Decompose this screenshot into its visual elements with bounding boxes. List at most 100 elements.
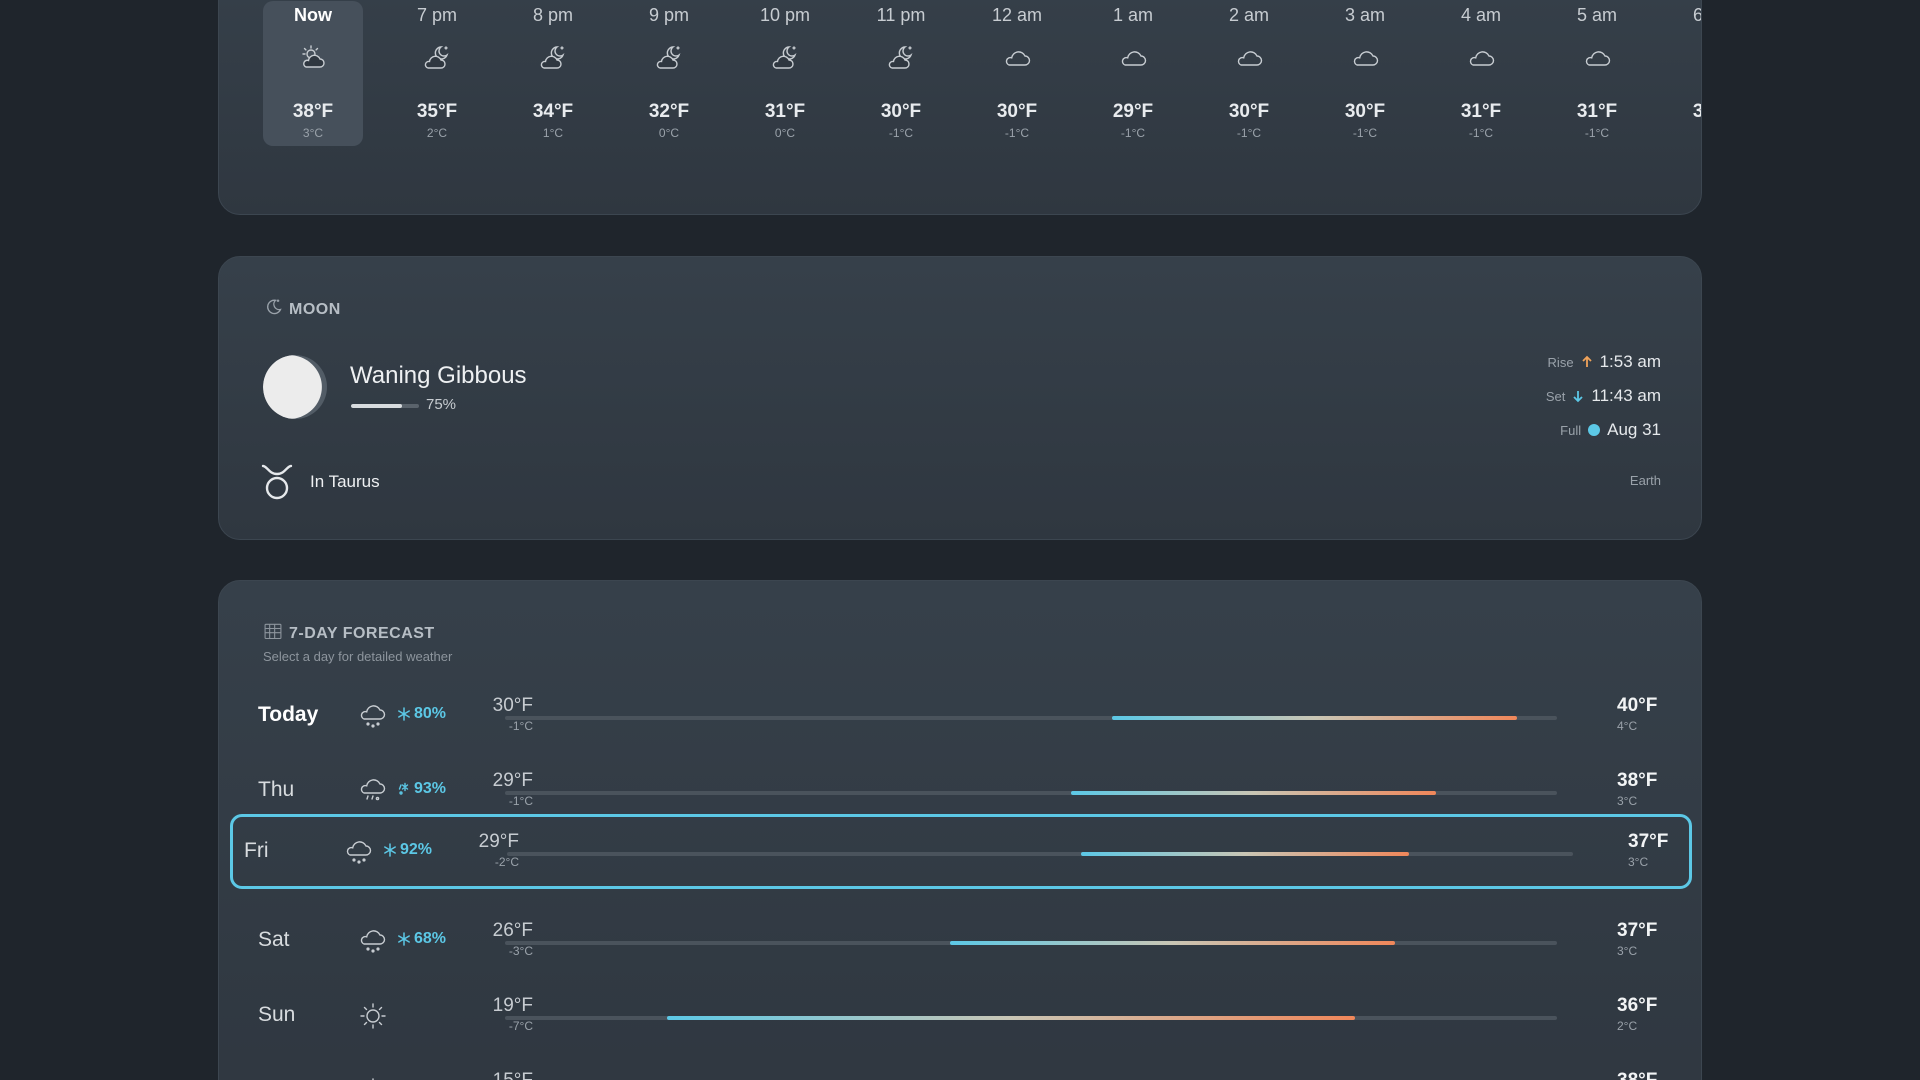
- day-row-mon[interactable]: Mon15°F38°F: [219, 1056, 1701, 1080]
- high-temp-f: 37°F: [1628, 831, 1669, 852]
- day-row-sun[interactable]: Sun 19°F -7°C 36°F 2°C: [219, 981, 1701, 1056]
- hourly-list[interactable]: Now 38°F 3°C 7 pm 35°F 2°C 8 pm 34°F 1°C 9 pm 32°F…: [263, 1, 1701, 176]
- day-name: Fri: [244, 839, 269, 862]
- day-row-today[interactable]: Today 80% 30°F -1°C 40°F 4°C: [219, 681, 1701, 756]
- hourly-time: 10 pm: [759, 5, 811, 25]
- high-temp-f: 36°F: [1617, 995, 1658, 1016]
- low-temp-f: 29°F: [478, 831, 519, 852]
- snowflake-icon: [397, 932, 411, 946]
- moonset-label: Set: [1545, 388, 1566, 404]
- hourly-item[interactable]: 10 pm 31°F 0°C: [727, 1, 843, 146]
- hourly-item[interactable]: 5 am 31°F -1°C: [1539, 1, 1655, 146]
- hourly-temp-f: 31°F: [1655, 101, 1701, 123]
- moon-phase-name: Waning Gibbous: [350, 362, 527, 389]
- high-temp: 38°F 3°C: [1617, 770, 1657, 808]
- hourly-time: 9 pm: [648, 5, 690, 25]
- temp-range-bar: [1071, 791, 1436, 795]
- high-temp-f: 40°F: [1617, 695, 1658, 716]
- temp-range-track: [505, 791, 1557, 795]
- hourly-temp-c: -1°C: [888, 126, 914, 140]
- hourly-temp-f: 38°F: [292, 101, 334, 122]
- high-temp: 40°F 4°C: [1617, 695, 1657, 733]
- low-temp-f: 29°F: [492, 770, 533, 791]
- precip-chance: 92%: [383, 841, 432, 859]
- low-temp: 29°F -1°C: [469, 770, 533, 808]
- cloud-icon: [1466, 43, 1496, 73]
- temp-range-track: [505, 716, 1557, 720]
- hourly-time: 8 pm: [532, 5, 574, 25]
- hourly-temp-c: -1°C: [1468, 126, 1494, 140]
- high-temp-c: 3°C: [1617, 794, 1638, 808]
- hourly-item[interactable]: 12 am 30°F -1°C: [959, 1, 1075, 146]
- sleet-cloud-icon: [358, 776, 388, 806]
- hourly-item[interactable]: 6 am 31°F 0°C: [1655, 1, 1701, 146]
- hourly-time: 11 pm: [876, 5, 926, 25]
- sleet-icon: [397, 782, 411, 796]
- partly-cloudy-day-icon: [298, 43, 328, 73]
- moon-icon: [263, 297, 283, 322]
- full-moon-label: Full: [1560, 422, 1582, 438]
- high-temp: 37°F 3°C: [1617, 920, 1657, 958]
- snowflake-icon: [383, 843, 397, 857]
- hourly-temp-c: -1°C: [1584, 126, 1610, 140]
- high-temp-c: 3°C: [1617, 944, 1638, 958]
- low-temp: 26°F -3°C: [469, 920, 533, 958]
- hourly-time: 6 am: [1655, 5, 1701, 27]
- hourly-temp-c: -1°C: [1352, 126, 1378, 140]
- partly-cloudy-night-icon: [538, 43, 568, 73]
- hourly-temp-f: 31°F: [1576, 101, 1618, 122]
- temp-range-bar: [1081, 852, 1409, 856]
- hourly-time: 3 am: [1344, 5, 1386, 25]
- hourly-time: 7 pm: [416, 5, 458, 25]
- hourly-temp-c: 0°C: [658, 126, 680, 140]
- low-temp-f: 19°F: [492, 995, 533, 1016]
- precip-chance: 93%: [397, 780, 446, 798]
- partly-cloudy-night-icon: [886, 43, 916, 73]
- hourly-time: 4 am: [1460, 5, 1502, 25]
- hourly-temp-c: 0°C: [1655, 126, 1701, 140]
- hourly-time: 12 am: [991, 5, 1043, 25]
- hourly-item[interactable]: 3 am 30°F -1°C: [1307, 1, 1423, 146]
- arrow-up-icon: [1580, 355, 1594, 369]
- high-temp-f: 37°F: [1617, 920, 1658, 941]
- hourly-time: Now: [294, 5, 332, 25]
- moon-illumination-value: 75%: [426, 396, 457, 413]
- low-temp: 30°F -1°C: [469, 695, 533, 733]
- moonrise-label: Rise: [1547, 354, 1574, 370]
- day-name: Sun: [258, 1003, 296, 1026]
- hourly-item[interactable]: 11 pm 30°F -1°C: [843, 1, 959, 146]
- cloud-icon: [1698, 43, 1701, 73]
- moon-phase-graphic: [263, 355, 327, 419]
- hourly-item[interactable]: 9 pm 32°F 0°C: [611, 1, 727, 146]
- hourly-item[interactable]: Now 38°F 3°C: [263, 1, 363, 146]
- moonrise-row: Rise 1:53 am: [1546, 345, 1661, 379]
- cloud-icon: [1582, 43, 1612, 73]
- hourly-temp-f: 31°F: [1460, 101, 1502, 122]
- hourly-temp-f: 30°F: [1344, 101, 1386, 122]
- low-temp: 29°F -2°C: [455, 831, 519, 869]
- day-row-fri[interactable]: Fri 92% 29°F -2°C 37°F 3°C: [230, 814, 1692, 889]
- high-temp-c: 4°C: [1617, 719, 1638, 733]
- hourly-temp-f: 30°F: [1228, 101, 1270, 122]
- hourly-temp-f: 30°F: [996, 101, 1038, 122]
- day-row-sat[interactable]: Sat 68% 26°F -3°C 37°F 3°C: [219, 906, 1701, 981]
- temp-range-bar: [950, 941, 1396, 945]
- cloud-icon: [1118, 43, 1148, 73]
- moon-times: Rise 1:53 am Set 11:43 am Full Aug 31: [1546, 345, 1661, 447]
- low-temp-c: -3°C: [508, 944, 533, 958]
- sun-icon: [358, 1076, 388, 1080]
- low-temp-f: 26°F: [492, 920, 533, 941]
- calendar-icon: [263, 621, 283, 646]
- hourly-item[interactable]: 1 am 29°F -1°C: [1075, 1, 1191, 146]
- hourly-item[interactable]: 4 am 31°F -1°C: [1423, 1, 1539, 146]
- hourly-time: 1 am: [1112, 5, 1154, 25]
- high-temp-f: 38°F: [1617, 770, 1658, 791]
- full-moon-dot-icon: [1587, 423, 1601, 437]
- hourly-item[interactable]: 8 pm 34°F 1°C: [495, 1, 611, 146]
- low-temp: 15°F: [469, 1070, 533, 1080]
- precip-value: 80%: [414, 705, 447, 722]
- hourly-item[interactable]: 2 am 30°F -1°C: [1191, 1, 1307, 146]
- forecast-title-text: 7-DAY FORECAST: [289, 624, 435, 642]
- hourly-item[interactable]: 7 pm 35°F 2°C: [379, 1, 495, 146]
- moon-zodiac: In Taurus: [310, 472, 380, 491]
